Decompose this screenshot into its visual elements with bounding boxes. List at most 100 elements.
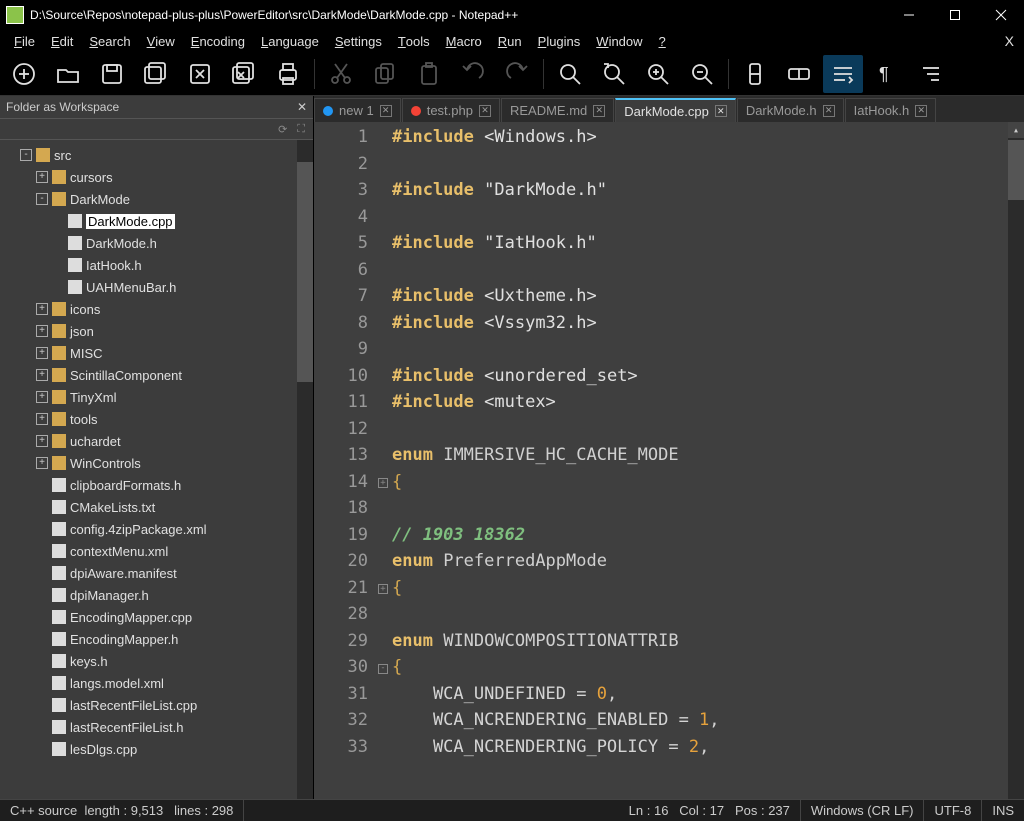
folder-tree[interactable]: -src+cursors-DarkModeDarkMode.cppDarkMod… bbox=[0, 140, 313, 799]
fold-toggle-icon[interactable]: + bbox=[378, 478, 388, 488]
close-button[interactable] bbox=[180, 55, 220, 93]
tree-scrollbar-thumb[interactable] bbox=[297, 162, 313, 382]
tree-item[interactable]: UAHMenuBar.h bbox=[0, 276, 313, 298]
fold-column[interactable]: + + - bbox=[378, 122, 392, 799]
show-all-button[interactable]: ¶ bbox=[867, 55, 907, 93]
new-file-button[interactable] bbox=[4, 55, 44, 93]
tree-item[interactable]: EncodingMapper.cpp bbox=[0, 606, 313, 628]
tree-expand-icon[interactable]: + bbox=[36, 325, 48, 337]
tab[interactable]: IatHook.h✕ bbox=[845, 98, 937, 122]
print-button[interactable] bbox=[268, 55, 308, 93]
replace-button[interactable] bbox=[594, 55, 634, 93]
tree-item[interactable]: +WinControls bbox=[0, 452, 313, 474]
tab[interactable]: new 1✕ bbox=[314, 98, 401, 122]
tab-close-icon[interactable]: ✕ bbox=[380, 105, 392, 117]
menu-edit[interactable]: Edit bbox=[43, 32, 81, 51]
sync-v-button[interactable] bbox=[735, 55, 775, 93]
code-editor[interactable]: 123456789101112131418192021282930313233 … bbox=[314, 122, 1024, 799]
zoom-in-button[interactable] bbox=[638, 55, 678, 93]
tree-item[interactable]: -DarkMode bbox=[0, 188, 313, 210]
tree-item[interactable]: +icons bbox=[0, 298, 313, 320]
open-file-button[interactable] bbox=[48, 55, 88, 93]
tab-close-icon[interactable]: ✕ bbox=[479, 105, 491, 117]
close-all-button[interactable] bbox=[224, 55, 264, 93]
find-button[interactable] bbox=[550, 55, 590, 93]
fold-toggle-icon[interactable]: + bbox=[378, 584, 388, 594]
word-wrap-button[interactable] bbox=[823, 55, 863, 93]
tree-item[interactable]: +MISC bbox=[0, 342, 313, 364]
tree-item[interactable]: +ScintillaComponent bbox=[0, 364, 313, 386]
tree-item[interactable]: +cursors bbox=[0, 166, 313, 188]
tree-expand-icon[interactable]: + bbox=[36, 391, 48, 403]
tab[interactable]: test.php✕ bbox=[402, 98, 500, 122]
maximize-button[interactable] bbox=[932, 0, 978, 30]
menu-run[interactable]: Run bbox=[490, 32, 530, 51]
sync-h-button[interactable] bbox=[779, 55, 819, 93]
menu-language[interactable]: Language bbox=[253, 32, 327, 51]
tab-close-icon[interactable]: ✕ bbox=[915, 105, 927, 117]
menu-file[interactable]: File bbox=[6, 32, 43, 51]
fold-toggle-icon[interactable]: - bbox=[378, 664, 388, 674]
tree-item[interactable]: +json bbox=[0, 320, 313, 342]
menu-settings[interactable]: Settings bbox=[327, 32, 390, 51]
tree-expand-icon[interactable]: + bbox=[36, 435, 48, 447]
tab-close-icon[interactable]: ✕ bbox=[823, 105, 835, 117]
tree-item[interactable]: keys.h bbox=[0, 650, 313, 672]
zoom-out-button[interactable] bbox=[682, 55, 722, 93]
menu-tools[interactable]: Tools bbox=[390, 32, 438, 51]
tree-expand-icon[interactable]: + bbox=[36, 457, 48, 469]
tree-item[interactable]: dpiAware.manifest bbox=[0, 562, 313, 584]
tree-item[interactable]: +uchardet bbox=[0, 430, 313, 452]
menu-encoding[interactable]: Encoding bbox=[183, 32, 253, 51]
tree-item[interactable]: dpiManager.h bbox=[0, 584, 313, 606]
tree-item[interactable]: langs.model.xml bbox=[0, 672, 313, 694]
tab[interactable]: DarkMode.cpp✕ bbox=[615, 98, 736, 122]
tree-item[interactable]: EncodingMapper.h bbox=[0, 628, 313, 650]
editor-scrollbar[interactable] bbox=[1008, 122, 1024, 799]
menu-search[interactable]: Search bbox=[81, 32, 138, 51]
menu-window[interactable]: Window bbox=[588, 32, 650, 51]
undo-button[interactable] bbox=[453, 55, 493, 93]
folder-expand-icon[interactable]: ⛶ bbox=[297, 123, 305, 136]
tree-item[interactable]: CMakeLists.txt bbox=[0, 496, 313, 518]
tab-close-icon[interactable]: ✕ bbox=[593, 105, 605, 117]
tree-item[interactable]: DarkMode.cpp bbox=[0, 210, 313, 232]
tab-close-icon[interactable]: ✕ bbox=[715, 105, 727, 117]
menu-view[interactable]: View bbox=[139, 32, 183, 51]
menu-?[interactable]: ? bbox=[651, 32, 674, 51]
menu-macro[interactable]: Macro bbox=[438, 32, 490, 51]
tree-item[interactable]: -src bbox=[0, 144, 313, 166]
tree-expand-icon[interactable]: + bbox=[36, 303, 48, 315]
tree-item[interactable]: IatHook.h bbox=[0, 254, 313, 276]
tree-item[interactable]: clipboardFormats.h bbox=[0, 474, 313, 496]
tree-item[interactable]: contextMenu.xml bbox=[0, 540, 313, 562]
save-button[interactable] bbox=[92, 55, 132, 93]
paste-button[interactable] bbox=[409, 55, 449, 93]
tree-expand-icon[interactable]: - bbox=[20, 149, 32, 161]
tree-expand-icon[interactable]: + bbox=[36, 347, 48, 359]
code-content[interactable]: #include <Windows.h> #include "DarkMode.… bbox=[392, 122, 1024, 799]
tree-item[interactable]: config.4zipPackage.xml bbox=[0, 518, 313, 540]
tree-expand-icon[interactable]: + bbox=[36, 171, 48, 183]
minimize-button[interactable] bbox=[886, 0, 932, 30]
save-all-button[interactable] bbox=[136, 55, 176, 93]
redo-button[interactable] bbox=[497, 55, 537, 93]
tree-item[interactable]: +tools bbox=[0, 408, 313, 430]
tab[interactable]: DarkMode.h✕ bbox=[737, 98, 844, 122]
folder-refresh-icon[interactable]: ⟳ bbox=[278, 123, 287, 136]
editor-scroll-up[interactable]: ▴ bbox=[1008, 122, 1024, 138]
menu-close-doc[interactable]: X bbox=[1005, 33, 1024, 49]
menu-plugins[interactable]: Plugins bbox=[530, 32, 589, 51]
copy-button[interactable] bbox=[365, 55, 405, 93]
tree-expand-icon[interactable]: + bbox=[36, 369, 48, 381]
tree-item[interactable]: lastRecentFileList.h bbox=[0, 716, 313, 738]
tab[interactable]: README.md✕ bbox=[501, 98, 614, 122]
indent-guide-button[interactable] bbox=[911, 55, 951, 93]
tree-expand-icon[interactable]: - bbox=[36, 193, 48, 205]
editor-scrollbar-thumb[interactable] bbox=[1008, 140, 1024, 200]
tree-item[interactable]: lesDlgs.cpp bbox=[0, 738, 313, 760]
close-button[interactable] bbox=[978, 0, 1024, 30]
tree-item[interactable]: +TinyXml bbox=[0, 386, 313, 408]
tree-item[interactable]: DarkMode.h bbox=[0, 232, 313, 254]
folder-panel-close-icon[interactable]: ✕ bbox=[297, 100, 307, 114]
